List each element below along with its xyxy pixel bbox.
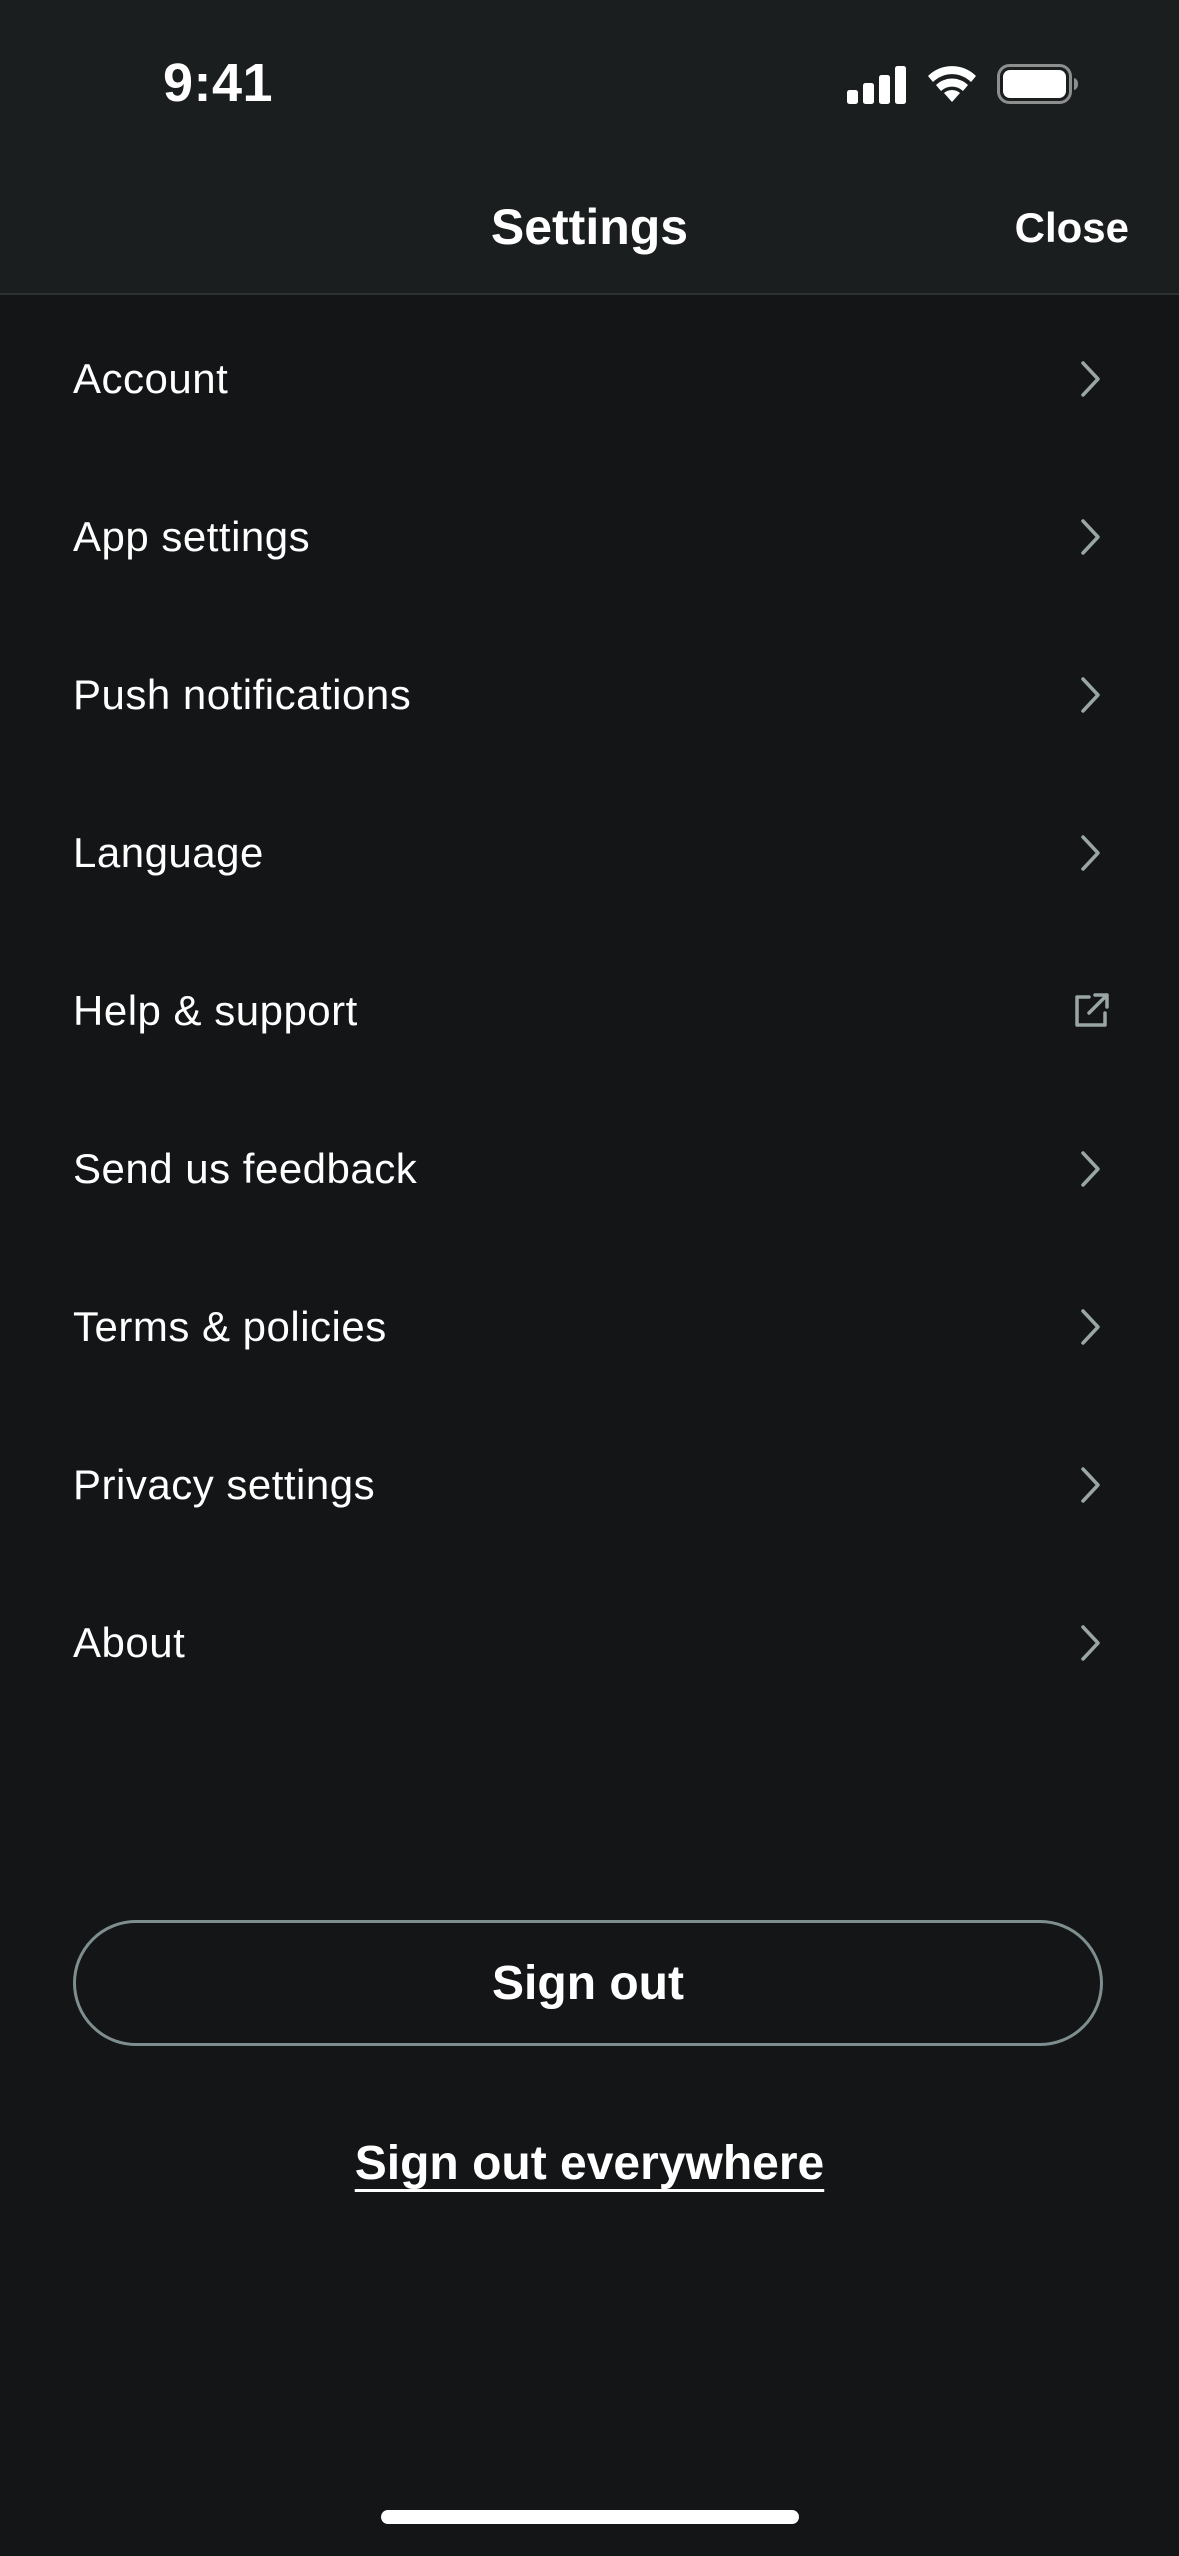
menu-item-label: Language [73, 829, 264, 876]
menu-item-send-feedback[interactable]: Send us feedback [0, 1090, 1179, 1248]
menu-item-label: Terms & policies [73, 1303, 387, 1350]
sign-out-button[interactable]: Sign out [73, 1920, 1103, 2046]
menu-item-label: Push notifications [73, 671, 412, 718]
menu-item-label: App settings [73, 513, 311, 560]
settings-menu: Account App settings Push notifications … [0, 300, 1179, 1722]
external-link-icon [1071, 991, 1111, 1031]
wifi-icon [925, 64, 979, 109]
menu-item-language[interactable]: Language [0, 774, 1179, 932]
battery-icon [997, 64, 1079, 109]
menu-item-terms-policies[interactable]: Terms & policies [0, 1248, 1179, 1406]
menu-item-label: Privacy settings [73, 1461, 376, 1508]
menu-item-label: Help & support [73, 987, 358, 1034]
menu-item-label: About [73, 1619, 186, 1666]
chevron-right-icon [1071, 1465, 1111, 1505]
status-icons [847, 64, 1079, 109]
menu-item-app-settings[interactable]: App settings [0, 458, 1179, 616]
status-time: 9:41 [163, 53, 274, 113]
cellular-signal-icon [847, 64, 907, 109]
menu-item-push-notifications[interactable]: Push notifications [0, 616, 1179, 774]
navigation-bar: Settings Close [0, 160, 1179, 295]
menu-item-label: Send us feedback [73, 1145, 418, 1192]
menu-item-account[interactable]: Account [0, 300, 1179, 458]
menu-item-label: Account [73, 355, 229, 402]
close-button[interactable]: Close [1015, 204, 1129, 252]
sign-out-everywhere-row: Sign out everywhere [0, 2136, 1179, 2191]
chevron-right-icon [1071, 1307, 1111, 1347]
chevron-right-icon [1071, 675, 1111, 715]
menu-item-privacy-settings[interactable]: Privacy settings [0, 1406, 1179, 1564]
chevron-right-icon [1071, 1149, 1111, 1189]
chevron-right-icon [1071, 359, 1111, 399]
chevron-right-icon [1071, 517, 1111, 557]
chevron-right-icon [1071, 833, 1111, 873]
page-title: Settings [490, 199, 689, 255]
status-bar: 9:41 [0, 0, 1179, 160]
chevron-right-icon [1071, 1623, 1111, 1663]
menu-item-help-support[interactable]: Help & support [0, 932, 1179, 1090]
sign-out-everywhere-link[interactable]: Sign out everywhere [355, 2137, 824, 2190]
menu-item-about[interactable]: About [0, 1564, 1179, 1722]
home-indicator[interactable] [381, 2510, 799, 2524]
